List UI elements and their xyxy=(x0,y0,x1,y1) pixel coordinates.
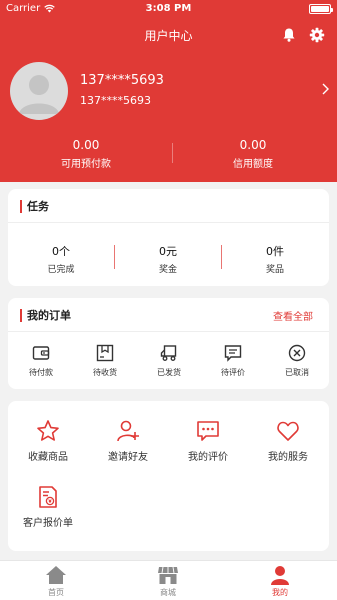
order-pending-receipt-label: 待收货 xyxy=(93,368,117,377)
status-time: 3:08 PM xyxy=(145,3,192,14)
quote-document-icon xyxy=(39,486,57,508)
battery-icon xyxy=(309,4,333,14)
tab-bar: 首页 商城 我的 xyxy=(0,560,337,600)
service-my-services[interactable]: 我的服务 xyxy=(248,419,328,463)
view-all-orders-link[interactable]: 查看全部 xyxy=(273,308,313,323)
service-invite-label: 邀请好友 xyxy=(108,452,148,463)
task-completed-value: 0个 xyxy=(52,245,70,258)
bell-icon[interactable] xyxy=(281,27,297,43)
service-favorites[interactable]: 收藏商品 xyxy=(8,419,88,463)
star-icon xyxy=(37,420,59,441)
section-marker xyxy=(20,200,22,213)
tasks-card: 任务 0个 已完成 0元 奖金 0件 奖品 xyxy=(8,189,329,286)
task-bonus[interactable]: 0元 奖金 xyxy=(115,243,221,275)
task-completed[interactable]: 0个 已完成 xyxy=(8,243,114,275)
service-my-services-label: 我的服务 xyxy=(268,452,308,463)
status-bar: Carrier 3:08 PM xyxy=(0,0,337,18)
task-prize-label: 奖品 xyxy=(265,265,284,275)
order-shipped[interactable]: 已发货 xyxy=(137,344,201,378)
home-icon xyxy=(46,566,66,584)
service-invite[interactable]: 邀请好友 xyxy=(88,419,168,463)
order-pending-payment-label: 待付款 xyxy=(29,368,53,377)
profile-row[interactable]: 137****5693 137****5693 xyxy=(10,62,330,120)
order-shipped-label: 已发货 xyxy=(157,368,181,377)
stat-prepaid-label: 可用预付款 xyxy=(61,159,111,170)
chat-bubble-icon xyxy=(197,421,219,441)
package-icon xyxy=(96,344,114,362)
add-user-icon xyxy=(117,420,139,442)
task-prize-value: 0件 xyxy=(266,245,284,258)
orders-header: 我的订单 查看全部 xyxy=(8,298,329,332)
order-to-review-label: 待评价 xyxy=(221,368,245,377)
gear-icon[interactable] xyxy=(309,27,325,43)
user-name: 137****5693 xyxy=(80,73,164,88)
stat-credit[interactable]: 0.00 信用额度 xyxy=(178,138,328,170)
tab-home-label: 首页 xyxy=(48,588,64,597)
truck-icon xyxy=(160,345,177,361)
order-pending-payment[interactable]: 待付款 xyxy=(9,344,73,378)
tab-store-label: 商城 xyxy=(160,588,176,597)
order-pending-receipt[interactable]: 待收货 xyxy=(73,344,137,378)
stat-prepaid-value: 0.00 xyxy=(72,138,100,152)
section-marker xyxy=(20,309,22,322)
stat-prepaid[interactable]: 0.00 可用预付款 xyxy=(11,138,161,170)
user-phone: 137****5693 xyxy=(80,94,151,107)
service-reviews[interactable]: 我的评价 xyxy=(168,419,248,463)
heart-icon xyxy=(277,421,299,441)
services-card: 收藏商品 邀请好友 我的评价 我的服务 客户报价单 xyxy=(8,401,329,551)
task-completed-label: 已完成 xyxy=(47,265,75,275)
service-reviews-label: 我的评价 xyxy=(188,452,228,463)
stat-credit-label: 信用额度 xyxy=(233,159,273,170)
user-icon xyxy=(271,566,289,585)
tab-home[interactable]: 首页 xyxy=(16,565,96,598)
chevron-right-icon[interactable] xyxy=(320,82,330,96)
comment-icon xyxy=(224,345,242,362)
service-customer-quote-label: 客户报价单 xyxy=(23,518,73,529)
orders-card: 我的订单 查看全部 待付款 待收货 已发货 待评价 已取消 xyxy=(8,298,329,389)
service-favorites-label: 收藏商品 xyxy=(28,452,68,463)
avatar[interactable] xyxy=(10,62,68,120)
stat-divider xyxy=(172,143,173,163)
tasks-header: 任务 xyxy=(8,189,329,223)
tasks-title: 任务 xyxy=(27,200,49,213)
stat-credit-value: 0.00 xyxy=(239,138,267,152)
store-icon xyxy=(158,566,178,584)
tab-store[interactable]: 商城 xyxy=(128,565,208,598)
order-to-review[interactable]: 待评价 xyxy=(201,344,265,378)
task-prize[interactable]: 0件 奖品 xyxy=(222,243,328,275)
order-cancelled[interactable]: 已取消 xyxy=(265,344,329,378)
tab-me-label: 我的 xyxy=(272,588,288,597)
task-bonus-label: 奖金 xyxy=(158,265,177,275)
service-customer-quote[interactable]: 客户报价单 xyxy=(8,485,88,529)
tab-me[interactable]: 我的 xyxy=(240,565,320,598)
avatar-placeholder-icon xyxy=(19,75,59,114)
task-bonus-value: 0元 xyxy=(159,245,177,258)
cancel-icon xyxy=(288,344,306,362)
orders-title: 我的订单 xyxy=(27,309,71,322)
order-cancelled-label: 已取消 xyxy=(285,368,309,377)
wallet-icon xyxy=(32,346,50,360)
